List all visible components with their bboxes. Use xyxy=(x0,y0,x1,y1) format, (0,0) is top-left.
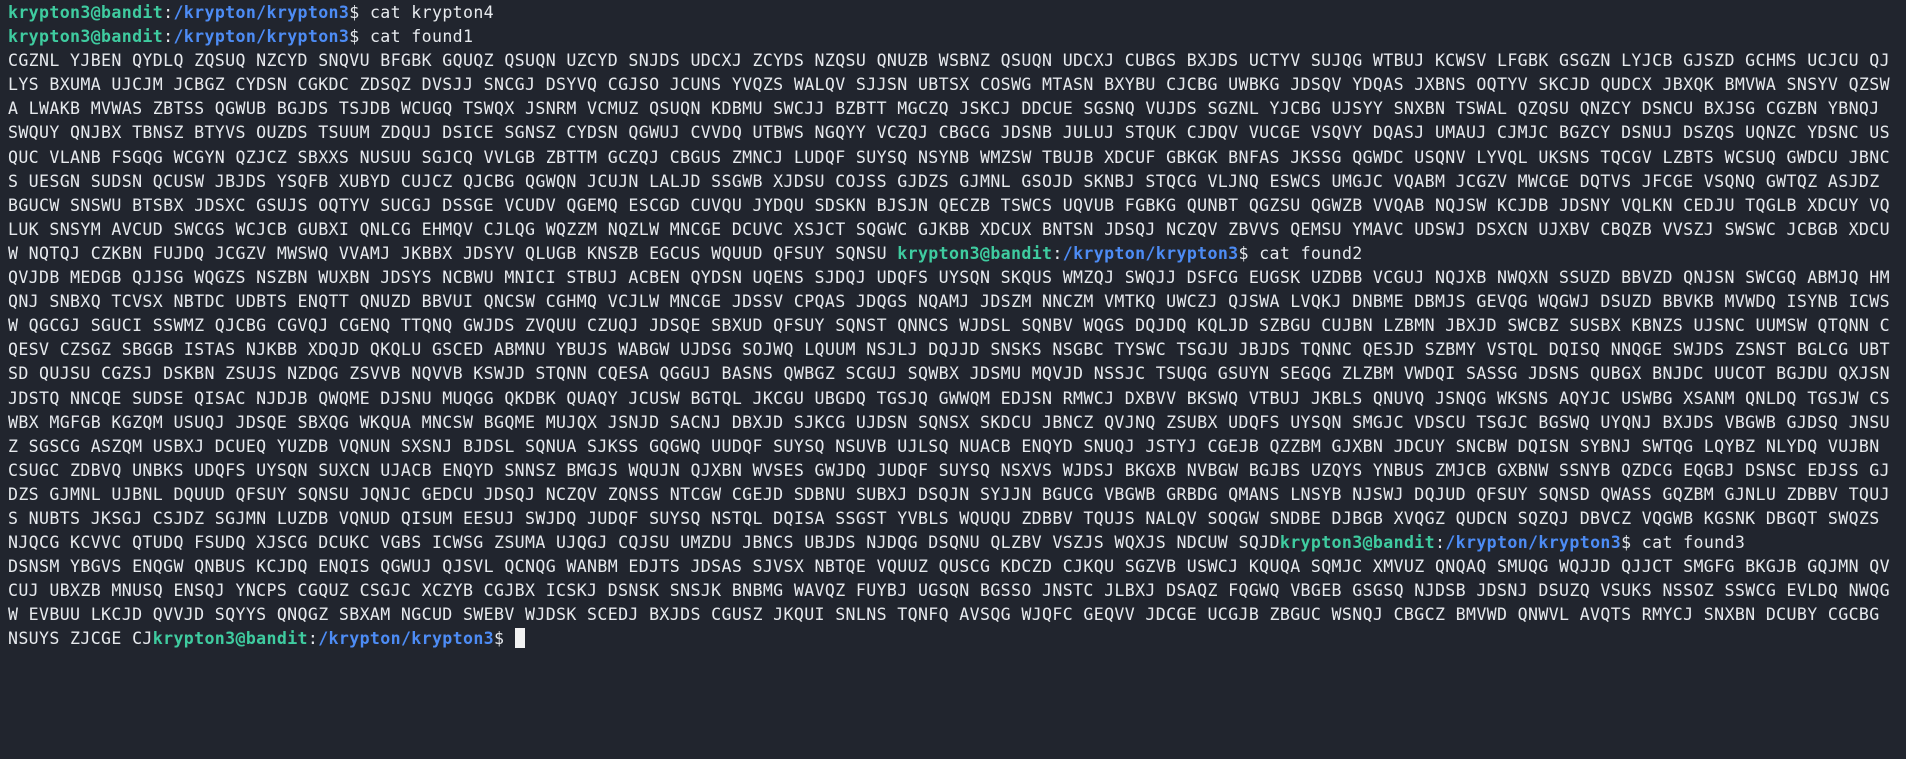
found2-output: QVJDB MEDGB QJJSG WQGZS NSZBN WUXBN JDSY… xyxy=(8,268,1901,553)
prompt-path: /krypton/krypton3 xyxy=(1445,533,1622,553)
prompt-user: krypton3@bandit xyxy=(1279,533,1435,553)
found1-output: CGZNL YJBEN QYDLQ ZQSUQ NZCYD SNQVU BFGB… xyxy=(8,51,1890,263)
command-text: cat krypton4 xyxy=(369,3,495,22)
prompt-path: /krypton/krypton3 xyxy=(318,629,495,649)
command-text: cat found2 xyxy=(1259,243,1363,263)
command-text: cat found1 xyxy=(369,27,474,47)
prompt-path: /krypton/krypton3 xyxy=(173,27,350,47)
prompt-user: krypton3@bandit xyxy=(152,629,308,649)
prompt-user: krypton3@bandit xyxy=(897,243,1053,263)
prompt-path: /krypton/krypton3 xyxy=(1062,243,1239,263)
prompt-user: krypton3@bandit xyxy=(8,27,164,47)
prompt-path: /krypton/krypton3 xyxy=(173,3,350,22)
prompt-user: krypton3@bandit xyxy=(8,3,164,22)
text-cursor[interactable] xyxy=(514,628,525,649)
terminal-output[interactable]: krypton3@bandit:/krypton/krypton3$ cat k… xyxy=(0,0,1906,759)
command-text: cat found3 xyxy=(1641,533,1746,553)
